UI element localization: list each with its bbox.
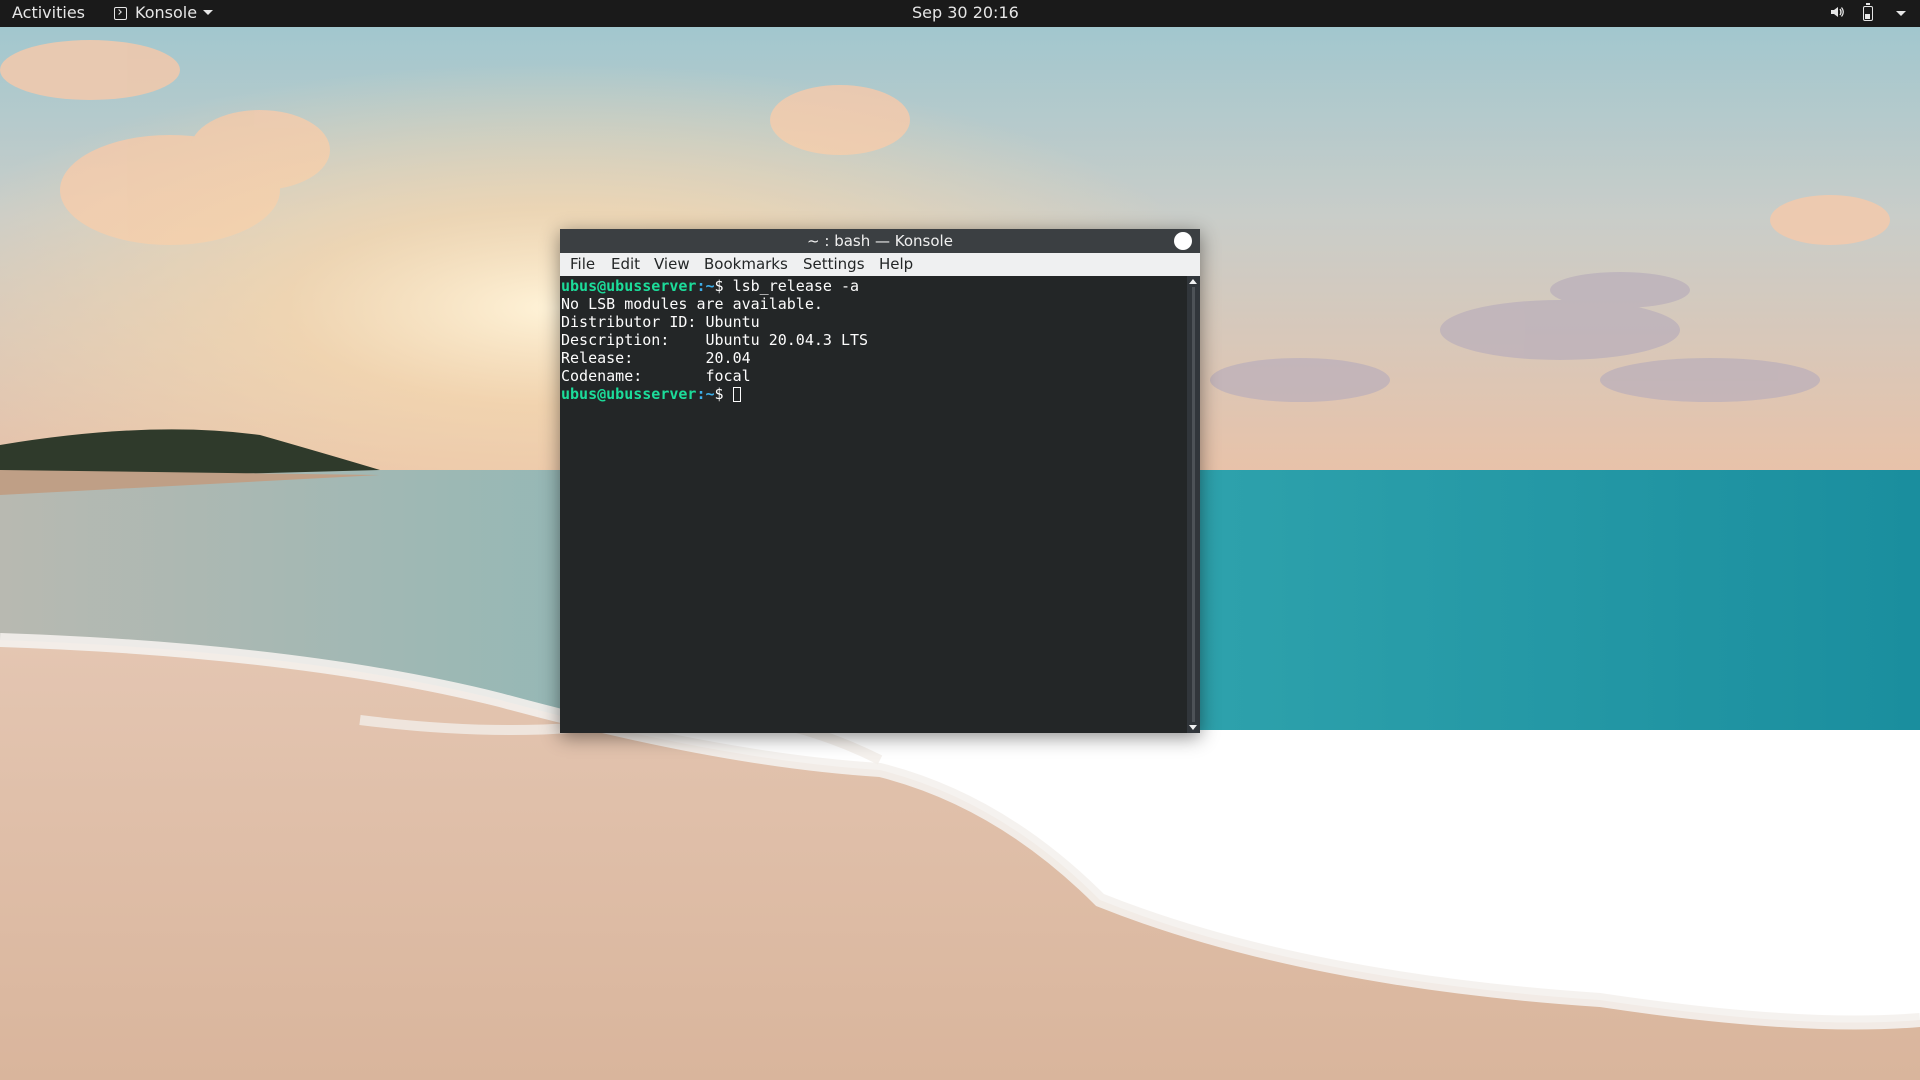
- prompt-symbol: $: [714, 385, 733, 403]
- terminal-line: Distributor ID: Ubuntu: [561, 313, 760, 331]
- prompt-path: :~: [696, 385, 715, 403]
- terminal-icon: [114, 7, 127, 20]
- konsole-window: ~ : bash — Konsole File Edit View Bookma…: [560, 229, 1200, 733]
- menu-file[interactable]: File: [570, 253, 595, 276]
- menu-bookmarks[interactable]: Bookmarks: [704, 253, 788, 276]
- desktop: Activities Konsole Sep 30 20:16 ~ : bash…: [0, 0, 1920, 1080]
- battery-icon: [1862, 3, 1873, 21]
- prompt-user: ubus@ubusserver: [561, 277, 697, 295]
- activities-button[interactable]: Activities: [12, 0, 85, 27]
- terminal-scrollbar[interactable]: [1187, 276, 1200, 733]
- system-tray[interactable]: [1830, 0, 1906, 27]
- menu-bar: File Edit View Bookmarks Settings Help: [560, 253, 1200, 276]
- prompt-path: :~: [696, 277, 715, 295]
- menu-view[interactable]: View: [654, 253, 690, 276]
- terminal-output: ubus@ubusserver:~$ lsb_release -a No LSB …: [561, 277, 868, 403]
- terminal-area[interactable]: ubus@ubusserver:~$ lsb_release -a No LSB …: [560, 276, 1187, 733]
- terminal-line: ubus@ubusserver:~$ lsb_release -a: [561, 277, 868, 295]
- terminal-cursor: [732, 387, 741, 402]
- system-menu-icon: [1896, 11, 1906, 16]
- scrollbar-track[interactable]: [1192, 287, 1195, 722]
- terminal-line: Description: Ubuntu 20.04.3 LTS: [561, 331, 869, 349]
- scroll-down-arrow-icon[interactable]: [1189, 725, 1197, 730]
- chevron-down-icon: [203, 10, 214, 15]
- terminal-line: Codename: focal: [561, 367, 751, 385]
- terminal-line: No LSB modules are available.: [561, 295, 823, 313]
- clock-button[interactable]: Sep 30 20:16: [912, 0, 1019, 27]
- menu-edit[interactable]: Edit: [611, 253, 640, 276]
- window-title: ~ : bash — Konsole: [807, 232, 953, 250]
- terminal-command: lsb_release -a: [732, 277, 860, 295]
- volume-icon: [1830, 1, 1844, 27]
- scroll-up-arrow-icon[interactable]: [1189, 279, 1197, 284]
- menu-help[interactable]: Help: [879, 253, 913, 276]
- terminal-line: Release: 20.04: [561, 349, 751, 367]
- prompt-user: ubus@ubusserver: [561, 385, 697, 403]
- terminal-line: ubus@ubusserver:~$: [561, 385, 868, 403]
- app-menu-label: Konsole: [135, 3, 198, 22]
- top-bar: Activities Konsole Sep 30 20:16: [0, 0, 1920, 27]
- menu-settings[interactable]: Settings: [803, 253, 865, 276]
- close-button[interactable]: [1174, 232, 1192, 250]
- app-menu-button[interactable]: Konsole: [114, 0, 214, 27]
- window-titlebar[interactable]: ~ : bash — Konsole: [560, 229, 1200, 253]
- prompt-symbol: $: [714, 277, 733, 295]
